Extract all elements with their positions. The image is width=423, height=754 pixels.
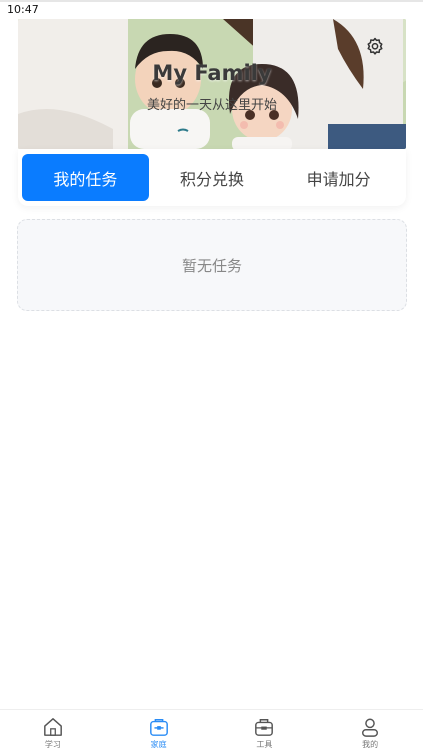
tab-points-exchange[interactable]: 积分兑换 (149, 154, 276, 201)
settings-button[interactable] (366, 37, 388, 59)
nav-item-tools[interactable]: 工具 (212, 710, 318, 754)
family-icon (149, 718, 168, 736)
nav-item-study[interactable]: 学习 (0, 710, 106, 754)
home-icon (43, 717, 62, 736)
nav-label-study: 学习 (44, 739, 61, 749)
status-time: 10:47 (7, 3, 39, 16)
nav-item-family[interactable]: 家庭 (106, 710, 212, 754)
family-banner: My Family 美好的一天从这里开始 (18, 19, 406, 149)
banner-title: My Family (152, 61, 272, 85)
gear-icon (367, 37, 383, 55)
status-bar-divider (0, 0, 423, 2)
nav-label-me: 我的 (362, 739, 379, 749)
nav-label-tools: 工具 (256, 739, 273, 749)
tab-apply-points[interactable]: 申请加分 (275, 154, 402, 201)
nav-item-me[interactable]: 我的 (317, 710, 423, 754)
empty-task-text: 暂无任务 (181, 256, 242, 275)
tab-my-tasks[interactable]: 我的任务 (22, 154, 149, 201)
empty-task-card: 暂无任务 (17, 219, 407, 311)
nav-label-family: 家庭 (150, 739, 167, 749)
banner-subtitle: 美好的一天从这里开始 (146, 98, 277, 113)
toolbox-icon (255, 718, 274, 736)
status-bar: 10:47 (0, 0, 423, 19)
user-icon (362, 718, 379, 737)
task-tabs: 我的任务 积分兑换 申请加分 (18, 149, 406, 206)
bottom-nav: 学习 家庭 工具 我的 (0, 709, 423, 754)
